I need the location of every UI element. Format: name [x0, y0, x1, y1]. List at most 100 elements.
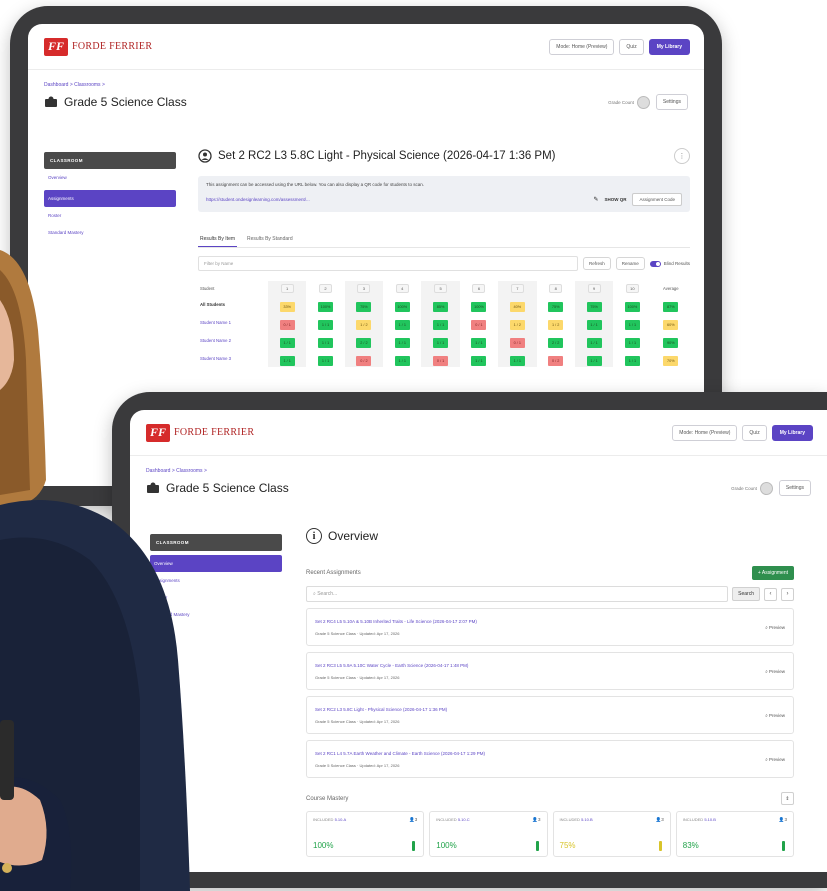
mastery-card[interactable]: INCLUDED 5.10.B 👤3 75% [552, 811, 671, 857]
tab-results-by-standard[interactable]: Results By Standard [245, 232, 295, 247]
score-cell[interactable]: 75% [344, 295, 384, 313]
score-cell[interactable]: 1 / 1 [421, 313, 460, 331]
score-cell[interactable]: 1 / 1 [574, 313, 614, 331]
score-cell[interactable]: 1 / 1 [306, 313, 344, 331]
assignment-card[interactable]: Set 2 RC3 L5 5.9A 5.10C Water Cycle - Ea… [306, 652, 794, 690]
grade-count[interactable]: Grade Count [608, 95, 650, 109]
score-cell[interactable]: 75% [537, 295, 575, 313]
score-cell[interactable]: 1 / 1 [460, 331, 498, 349]
score-cell[interactable]: 0 / 2 [537, 349, 575, 367]
sidebar-item-roster[interactable]: Roster [44, 207, 176, 224]
sidebar-item-assignments[interactable]: Assignments [150, 572, 282, 589]
assignment-card[interactable]: Set 2 RC1 L4 5.7A Earth Weather and Clim… [306, 740, 794, 778]
next-page-icon[interactable]: › [781, 587, 794, 601]
assignment-url[interactable]: https://student.ondesignlearning.com/ass… [206, 197, 593, 202]
copy-link-icon[interactable]: ✎ [593, 196, 598, 203]
question-column-header[interactable]: 1 [268, 281, 307, 295]
my-library-button[interactable]: My Library [771, 424, 813, 441]
mastery-card[interactable]: INCLUDED 5.10.B 👤3 83% [675, 811, 794, 857]
student-name[interactable]: Student Name 1 [198, 313, 268, 331]
filter-name-input[interactable]: Filter by Name [198, 256, 578, 271]
score-cell[interactable]: 0 / 1 [498, 331, 537, 349]
score-cell[interactable]: 1 / 2 [498, 313, 537, 331]
preview-button[interactable]: ⌕ Preview [765, 713, 785, 718]
score-cell[interactable]: 1 / 1 [613, 313, 651, 331]
mastery-options-icon[interactable]: ⇕ [781, 792, 794, 805]
score-cell[interactable]: 1 / 1 [383, 331, 421, 349]
settings-button[interactable]: Settings [655, 94, 688, 110]
mastery-card[interactable]: INCLUDED 5.10.A 👤3 100% [306, 811, 425, 857]
preview-button[interactable]: ⌕ Preview [765, 669, 785, 674]
score-cell[interactable]: 1 / 1 [306, 331, 344, 349]
question-column-header[interactable]: 5 [421, 281, 460, 295]
student-name[interactable]: Student Name 2 [198, 331, 268, 349]
assignment-code-button[interactable]: Assignment Code [632, 193, 682, 206]
assignment-card-title[interactable]: Set 2 RC1 L4 5.7A Earth Weather and Clim… [315, 751, 765, 756]
question-column-header[interactable]: 10 [613, 281, 651, 295]
prev-page-icon[interactable]: ‹ [764, 587, 777, 601]
quiz-button[interactable]: Quiz [742, 424, 767, 441]
mastery-card[interactable]: INCLUDED 5.10.C 👤3 100% [429, 811, 548, 857]
score-cell[interactable]: 2 / 2 [344, 331, 384, 349]
sidebar-item-standard-mastery[interactable]: Standard Mastery [44, 224, 176, 241]
score-cell[interactable]: 1 / 1 [574, 349, 614, 367]
question-column-header[interactable]: 7 [498, 281, 537, 295]
score-cell[interactable]: 1 / 1 [421, 331, 460, 349]
score-cell[interactable]: 1 / 1 [498, 349, 537, 367]
sidebar-item-overview[interactable]: Overview [150, 555, 282, 572]
search-button[interactable]: Search [732, 587, 760, 601]
assignment-card-title[interactable]: Set 2 RC3 L5 5.9A 5.10C Water Cycle - Ea… [315, 663, 765, 668]
question-column-header[interactable]: 9 [574, 281, 614, 295]
more-options-icon[interactable]: ⋮ [674, 148, 690, 164]
my-library-button[interactable]: My Library [648, 38, 690, 55]
score-cell[interactable]: 100% [460, 295, 498, 313]
tab-results-by-item[interactable]: Results By Item [198, 232, 238, 247]
rename-button[interactable]: Rename [615, 257, 645, 270]
score-cell[interactable]: 85% [421, 295, 460, 313]
show-qr-button[interactable]: SHOW QR [604, 197, 626, 202]
preview-button[interactable]: ⌕ Preview [765, 625, 785, 630]
grade-count[interactable]: Grade Count [731, 481, 773, 495]
score-cell[interactable]: 1 / 1 [574, 331, 614, 349]
score-cell[interactable]: 100% [613, 295, 651, 313]
brand-logo[interactable]: FF FORDE FERRIER [44, 37, 152, 56]
score-cell[interactable]: 1 / 1 [383, 313, 421, 331]
assignment-card[interactable]: Set 2 RC4 L5 5.10A & 5.10B Inherited Tra… [306, 608, 794, 646]
score-cell[interactable]: 100% [383, 295, 421, 313]
brand-logo[interactable]: FF FORDE FERRIER [146, 423, 254, 442]
score-cell[interactable]: 0 / 1 [268, 313, 307, 331]
sidebar-item-roster[interactable]: Roster [150, 589, 282, 606]
score-cell[interactable]: 0 / 1 [460, 313, 498, 331]
score-cell[interactable]: 0 / 1 [421, 349, 460, 367]
score-cell[interactable]: 1 / 2 [344, 313, 384, 331]
score-cell[interactable]: 40% [498, 295, 537, 313]
search-input[interactable]: ⌕ Search... [306, 586, 729, 602]
score-cell[interactable]: 1 / 1 [613, 349, 651, 367]
assignment-card[interactable]: Set 2 RC2 L3 5.8C Light - Physical Scien… [306, 696, 794, 734]
breadcrumb[interactable]: Dashboard > Classrooms > [130, 456, 827, 474]
sidebar-item-standard-mastery[interactable]: Standard Mastery [150, 606, 282, 623]
preview-mode-button[interactable]: Mode: Home (Preview) [549, 38, 615, 55]
question-column-header[interactable]: 2 [306, 281, 344, 295]
score-cell[interactable]: 75% [574, 295, 614, 313]
score-cell[interactable]: 1 / 1 [460, 349, 498, 367]
preview-mode-button[interactable]: Mode: Home (Preview) [672, 424, 738, 441]
question-column-header[interactable]: 3 [344, 281, 384, 295]
breadcrumb[interactable]: Dashboard > Classrooms > [28, 70, 704, 88]
assignment-card-title[interactable]: Set 2 RC4 L5 5.10A & 5.10B Inherited Tra… [315, 619, 765, 624]
score-cell[interactable]: 1 / 1 [268, 331, 307, 349]
score-cell[interactable]: 1 / 1 [383, 349, 421, 367]
question-column-header[interactable]: 8 [537, 281, 575, 295]
score-cell[interactable]: 1 / 2 [537, 313, 575, 331]
quiz-button[interactable]: Quiz [619, 38, 644, 55]
add-assignment-button[interactable]: + Assignment [751, 566, 794, 580]
score-cell[interactable]: 2 / 2 [537, 331, 575, 349]
student-name[interactable]: Student Name 3 [198, 349, 268, 367]
score-cell[interactable]: 1 / 1 [268, 349, 307, 367]
score-cell[interactable]: 1 / 1 [306, 349, 344, 367]
score-cell[interactable]: 33% [268, 295, 307, 313]
sidebar-item-assignments[interactable]: Assignments [44, 190, 176, 207]
question-column-header[interactable]: 4 [383, 281, 421, 295]
score-cell[interactable]: 0 / 2 [344, 349, 384, 367]
refresh-button[interactable]: Refresh [582, 257, 611, 270]
